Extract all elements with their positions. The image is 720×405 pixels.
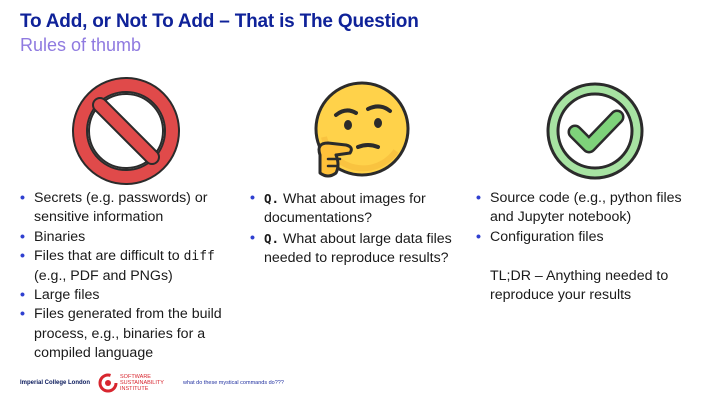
list-item: Q. What about images for documentations? xyxy=(250,189,460,229)
list-item: Configuration files xyxy=(476,228,698,248)
check-mark-icon xyxy=(541,77,649,185)
list-item: Q. What about large data files needed to… xyxy=(250,229,460,269)
list-item: Files generated from the build process, … xyxy=(20,305,240,363)
slide-title: To Add, or Not To Add – That is The Ques… xyxy=(20,11,419,32)
footer: Imperial College London SOFTWARE SUSTAIN… xyxy=(20,372,284,394)
list-item: Large files xyxy=(20,286,240,306)
ssi-logo: SOFTWARE SUSTAINABILITY INSTITUTE xyxy=(98,373,175,393)
dont-add-list: Secrets (e.g. passwords) or sensitive in… xyxy=(20,189,240,364)
list-item: Source code (e.g., python files and Jupy… xyxy=(476,189,698,228)
inline-code: diff xyxy=(183,249,215,265)
footer-caption: what do these mystical commands do??? xyxy=(183,380,284,386)
list-item: Secrets (e.g. passwords) or sensitive in… xyxy=(20,189,240,228)
slide-subtitle: Rules of thumb xyxy=(20,35,142,55)
do-add-list: Source code (e.g., python files and Jupy… xyxy=(476,189,698,305)
list-item: Binaries xyxy=(20,228,240,248)
list-item: Files that are difficult to diff (e.g., … xyxy=(20,247,240,286)
list-spacer xyxy=(476,247,698,266)
tldr-text: TL;DR – Anything needed to reproduce you… xyxy=(490,267,669,304)
questions-list: Q. What about images for documentations?… xyxy=(250,189,460,269)
ssi-logo-icon xyxy=(98,373,118,393)
imperial-logo-text: Imperial College London xyxy=(20,380,91,386)
thinking-face-icon xyxy=(306,77,414,185)
prohibited-icon xyxy=(72,77,180,185)
